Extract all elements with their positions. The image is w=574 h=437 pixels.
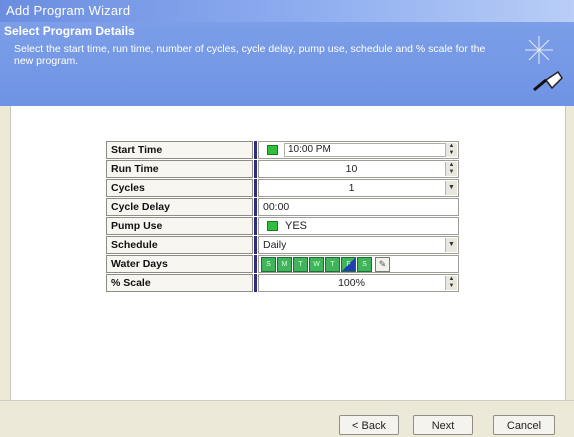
water-days-label: Water Days (106, 255, 253, 273)
row-pump-use: Pump Use YES (106, 217, 459, 235)
row-separator (254, 198, 257, 216)
scale-label: % Scale (106, 274, 253, 292)
scale-spinner[interactable]: ▲ ▼ (445, 276, 457, 290)
schedule-value: Daily (263, 239, 287, 251)
row-separator (254, 274, 257, 292)
cycle-delay-label: Cycle Delay (106, 198, 253, 216)
step-description: Select the start time, run time, number … (14, 43, 486, 67)
water-day-toggle[interactable]: T (293, 257, 308, 272)
row-cycles: Cycles 1 ▼ (106, 179, 459, 197)
row-cycle-delay: Cycle Delay 00:00 (106, 198, 459, 216)
chevron-down-icon[interactable]: ▼ (445, 238, 457, 252)
cycle-delay-value: 00:00 (263, 201, 290, 213)
wizard-header: Select Program Details Select the start … (0, 22, 574, 106)
start-time-label: Start Time (106, 141, 253, 159)
water-day-toggle[interactable]: S (357, 257, 372, 272)
row-start-time: Start Time 10:00 PM ▲ ▼ (106, 141, 459, 159)
row-separator (254, 141, 257, 159)
pump-use-label: Pump Use (106, 217, 253, 235)
water-days-field: S M T W T F S ✎ (258, 255, 459, 273)
cycle-delay-input[interactable]: 00:00 (258, 198, 459, 216)
start-time-field[interactable]: 10:00 PM ▲ ▼ (258, 141, 459, 159)
magic-wand-icon (525, 36, 563, 92)
cycles-label: Cycles (106, 179, 253, 197)
spin-up-icon[interactable]: ▲ (446, 143, 457, 150)
chevron-down-icon[interactable]: ▼ (445, 181, 457, 195)
run-time-label: Run Time (106, 160, 253, 178)
spin-up-icon[interactable]: ▲ (446, 162, 457, 169)
pump-use-field[interactable]: YES (258, 217, 459, 235)
spin-down-icon[interactable]: ▼ (446, 169, 457, 176)
row-separator (254, 179, 257, 197)
title-bar: Add Program Wizard (0, 0, 574, 22)
water-day-toggle[interactable]: T (325, 257, 340, 272)
cycles-select[interactable]: 1 ▼ (258, 179, 459, 197)
spin-down-icon[interactable]: ▼ (446, 283, 457, 290)
schedule-label: Schedule (106, 236, 253, 254)
pump-use-toggle[interactable] (267, 221, 278, 231)
spin-down-icon[interactable]: ▼ (446, 150, 457, 157)
row-run-time: Run Time 10 ▲ ▼ (106, 160, 459, 178)
next-button[interactable]: Next (413, 415, 473, 435)
row-separator (254, 160, 257, 178)
water-day-toggle[interactable]: M (277, 257, 292, 272)
wizard-footer: < Back Next Cancel (0, 400, 574, 437)
start-time-value: 10:00 PM (288, 144, 331, 155)
cycles-value: 1 (348, 182, 355, 194)
cancel-button[interactable]: Cancel (493, 415, 555, 435)
start-time-spinner[interactable]: ▲ ▼ (445, 143, 457, 157)
back-button[interactable]: < Back (339, 415, 399, 435)
run-time-field[interactable]: 10 ▲ ▼ (258, 160, 459, 178)
edit-pencil-icon[interactable]: ✎ (375, 257, 390, 272)
row-separator (254, 236, 257, 254)
water-day-toggle[interactable]: S (261, 257, 276, 272)
row-scale: % Scale 100% ▲ ▼ (106, 274, 459, 292)
row-separator (254, 255, 257, 273)
start-time-enable-toggle[interactable] (267, 145, 278, 155)
run-time-spinner[interactable]: ▲ ▼ (445, 162, 457, 176)
scale-value: 100% (338, 277, 365, 289)
row-water-days: Water Days S M T W T F S ✎ (106, 255, 459, 273)
scale-field[interactable]: 100% ▲ ▼ (258, 274, 459, 292)
pump-use-value: YES (285, 220, 308, 232)
step-title: Select Program Details (4, 24, 135, 38)
row-schedule: Schedule Daily ▼ (106, 236, 459, 254)
window-title: Add Program Wizard (6, 3, 131, 18)
row-separator (254, 217, 257, 235)
water-day-toggle[interactable]: F (341, 257, 356, 272)
water-day-toggle[interactable]: W (309, 257, 324, 272)
run-time-value: 10 (345, 163, 358, 175)
spin-up-icon[interactable]: ▲ (446, 276, 457, 283)
schedule-select[interactable]: Daily ▼ (258, 236, 459, 254)
start-time-input[interactable]: 10:00 PM (284, 143, 454, 157)
wizard-window: Add Program Wizard Select Program Detail… (0, 0, 574, 437)
